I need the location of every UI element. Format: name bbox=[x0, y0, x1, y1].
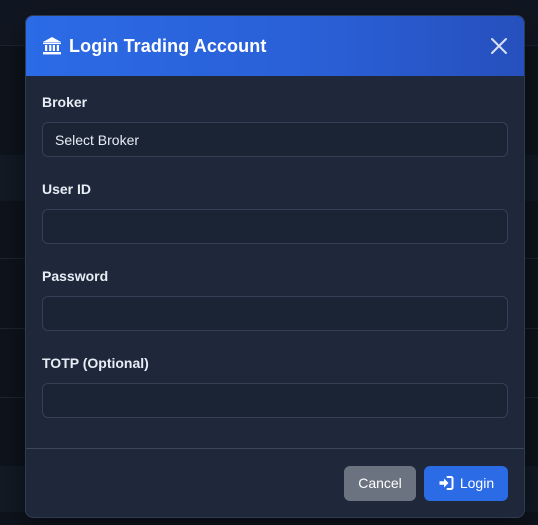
user-id-input[interactable] bbox=[42, 209, 508, 244]
login-button[interactable]: Login bbox=[424, 465, 508, 501]
broker-label: Broker bbox=[42, 94, 88, 110]
bank-icon bbox=[43, 37, 61, 55]
broker-select[interactable]: Select Broker bbox=[42, 122, 508, 157]
password-input[interactable] bbox=[42, 296, 508, 331]
totp-label: TOTP (Optional) bbox=[42, 355, 149, 371]
totp-field: TOTP (Optional) bbox=[42, 355, 508, 418]
cancel-button[interactable]: Cancel bbox=[344, 465, 416, 501]
password-label: Password bbox=[42, 268, 109, 284]
sign-in-icon bbox=[439, 476, 454, 490]
totp-input[interactable] bbox=[42, 383, 508, 418]
modal-header: Login Trading Account bbox=[26, 16, 524, 76]
login-label: Login bbox=[459, 475, 495, 491]
modal-footer: Cancel Login bbox=[26, 448, 524, 517]
modal-title: Login Trading Account bbox=[69, 35, 267, 56]
password-field: Password bbox=[42, 268, 508, 331]
modal-body: Broker Select Broker User ID Password TO… bbox=[26, 76, 524, 418]
user-id-field: User ID bbox=[42, 181, 508, 244]
cancel-label: Cancel bbox=[358, 475, 402, 491]
user-id-label: User ID bbox=[42, 181, 92, 197]
broker-field: Broker Select Broker bbox=[42, 94, 508, 157]
modal-title-wrap: Login Trading Account bbox=[42, 36, 266, 57]
broker-select-value: Select Broker bbox=[55, 131, 140, 148]
login-modal: Login Trading Account Broker Select Brok… bbox=[25, 15, 525, 518]
close-icon[interactable] bbox=[488, 35, 510, 57]
